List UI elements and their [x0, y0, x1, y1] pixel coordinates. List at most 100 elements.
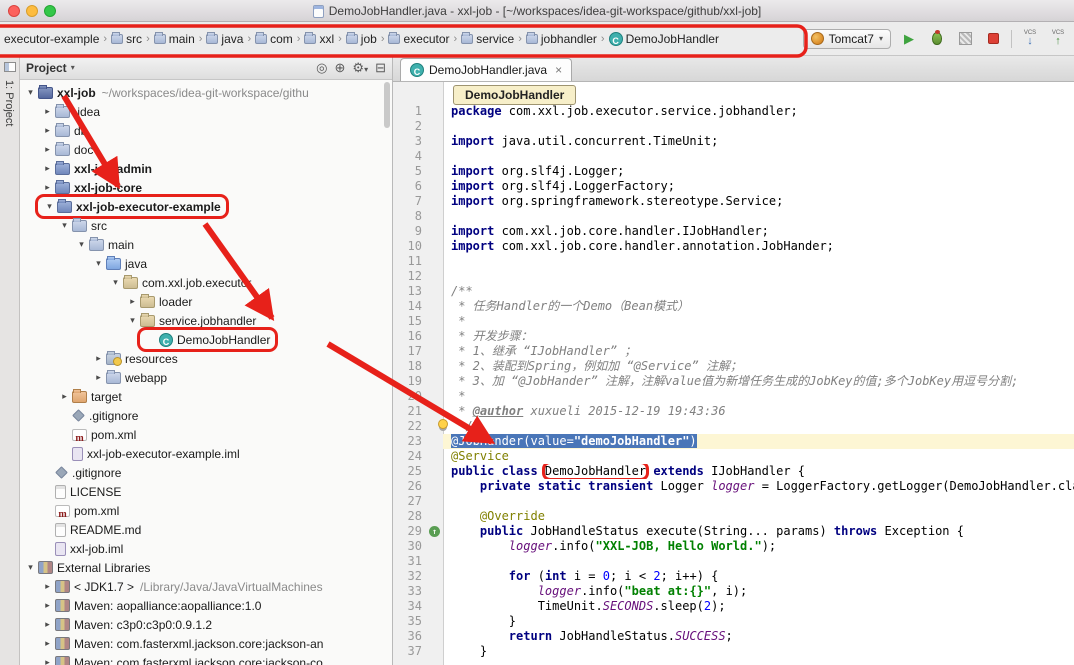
tree-item[interactable]: ▸xxl-job-admin — [20, 159, 392, 178]
code-line[interactable]: 14 * 任务Handler的一个Demo（Bean模式） — [393, 299, 1074, 314]
expand-arrow-icon[interactable]: ▸ — [41, 163, 54, 174]
collapse-arrow-icon[interactable]: ▾ — [24, 87, 37, 98]
collapse-all-icon[interactable]: ⊕ — [335, 60, 346, 76]
tree-item[interactable]: LICENSE — [20, 482, 392, 501]
code-line[interactable]: 1package com.xxl.job.executor.service.jo… — [393, 104, 1074, 119]
intention-bulb-icon[interactable] — [438, 419, 448, 429]
collapse-arrow-icon[interactable]: ▾ — [24, 562, 37, 573]
expand-arrow-icon[interactable]: ▸ — [126, 296, 139, 307]
breadcrumb-item[interactable]: job — [344, 31, 379, 47]
tree-item[interactable]: ▸xxl-job-core — [20, 178, 392, 197]
code-line[interactable]: 16 * 开发步骤： — [393, 329, 1074, 344]
run-button[interactable]: ▶ — [899, 29, 919, 49]
code-line[interactable]: 22 */ — [393, 419, 1074, 434]
tree-item[interactable]: ▾src — [20, 216, 392, 235]
code-line[interactable]: 24@Service — [393, 449, 1074, 464]
code-line[interactable]: 9import com.xxl.job.core.handler.IJobHan… — [393, 224, 1074, 239]
tree-item[interactable]: ▸loader — [20, 292, 392, 311]
expand-arrow-icon[interactable]: ▸ — [41, 125, 54, 136]
expand-arrow-icon[interactable]: ▸ — [41, 106, 54, 117]
code-line[interactable]: 2 — [393, 119, 1074, 134]
code-line[interactable]: 32 for (int i = 0; i < 2; i++) { — [393, 569, 1074, 584]
vcs-commit-button[interactable]: VCS ↑ — [1048, 29, 1068, 49]
code-line[interactable]: 25public class DemoJobHandler extends IJ… — [393, 464, 1074, 479]
tree-item[interactable]: ▾main — [20, 235, 392, 254]
code-line[interactable]: 20 * — [393, 389, 1074, 404]
tree-item[interactable]: ▸Maven: com.fasterxml.jackson.core:jacks… — [20, 653, 392, 665]
tree-item[interactable]: ▸Maven: com.fasterxml.jackson.core:jacks… — [20, 634, 392, 653]
code-line[interactable]: 30 logger.info("XXL-JOB, Hello World."); — [393, 539, 1074, 554]
code-line[interactable]: 4 — [393, 149, 1074, 164]
breadcrumb-item[interactable]: service — [459, 31, 516, 47]
vcs-update-button[interactable]: VCS ↓ — [1020, 29, 1040, 49]
code-line[interactable]: 17 * 1、继承 “IJobHandler” ； — [393, 344, 1074, 359]
breadcrumb-item[interactable]: com — [253, 31, 295, 47]
code-line[interactable]: 11 — [393, 254, 1074, 269]
tree-item[interactable]: ▾xxl-job~/workspaces/idea-git-workspace/… — [20, 83, 392, 102]
scrollbar[interactable] — [384, 82, 390, 128]
scroll-from-source-icon[interactable]: ◎ — [316, 60, 327, 76]
tree-item[interactable]: DemoJobHandler — [20, 330, 392, 349]
collapse-arrow-icon[interactable]: ▾ — [58, 220, 71, 231]
code-line[interactable]: 12 — [393, 269, 1074, 284]
tree-item[interactable]: ▾External Libraries — [20, 558, 392, 577]
code-line[interactable]: 23@JobHander(value="demoJobHandler") — [393, 434, 1074, 449]
class-breadcrumb-chip[interactable]: DemoJobHandler — [453, 85, 576, 105]
tree-item[interactable]: xxl-job-executor-example.iml — [20, 444, 392, 463]
code-line[interactable]: 5import org.slf4j.Logger; — [393, 164, 1074, 179]
expand-arrow-icon[interactable]: ▸ — [92, 372, 105, 383]
expand-arrow-icon[interactable]: ▸ — [58, 391, 71, 402]
tree-item[interactable]: .gitignore — [20, 463, 392, 482]
breadcrumb-item[interactable]: executor-example — [2, 31, 101, 47]
tree-item[interactable]: ▸Maven: aopalliance:aopalliance:1.0 — [20, 596, 392, 615]
tree-item[interactable]: pom.xml — [20, 501, 392, 520]
tree-item[interactable]: ▸Maven: c3p0:c3p0:0.9.1.2 — [20, 615, 392, 634]
code-line[interactable]: 10import com.xxl.job.core.handler.annota… — [393, 239, 1074, 254]
hide-panel-icon[interactable]: ⊟ — [375, 60, 386, 76]
code-line[interactable]: 28 @Override — [393, 509, 1074, 524]
collapse-arrow-icon[interactable]: ▾ — [126, 315, 139, 326]
tree-item[interactable]: ▾java — [20, 254, 392, 273]
expand-arrow-icon[interactable]: ▸ — [41, 182, 54, 193]
collapse-arrow-icon[interactable]: ▾ — [109, 277, 122, 288]
tree-item[interactable]: README.md — [20, 520, 392, 539]
code-line[interactable]: 29↑ public JobHandleStatus execute(Strin… — [393, 524, 1074, 539]
tree-item[interactable]: ▸resources — [20, 349, 392, 368]
code-line[interactable]: 18 * 2、装配到Spring，例如加 “@Service” 注解； — [393, 359, 1074, 374]
expand-arrow-icon[interactable]: ▸ — [41, 600, 54, 611]
code-line[interactable]: 27 — [393, 494, 1074, 509]
code-line[interactable]: 37 } — [393, 644, 1074, 659]
editor-tab[interactable]: DemoJobHandler.java × — [400, 58, 572, 81]
code-line[interactable]: 3import java.util.concurrent.TimeUnit; — [393, 134, 1074, 149]
expand-arrow-icon[interactable]: ▸ — [41, 657, 54, 665]
breadcrumb-item[interactable]: java — [204, 31, 245, 47]
expand-arrow-icon[interactable]: ▸ — [41, 619, 54, 630]
debug-button[interactable] — [927, 29, 947, 49]
collapse-arrow-icon[interactable]: ▾ — [75, 239, 88, 250]
run-config-selector[interactable]: Tomcat7 ▾ — [803, 29, 891, 49]
tree-item[interactable]: ▾service.jobhandler — [20, 311, 392, 330]
tree-item[interactable]: ▸target — [20, 387, 392, 406]
code-line[interactable]: 34 TimeUnit.SECONDS.sleep(2); — [393, 599, 1074, 614]
collapse-arrow-icon[interactable]: ▾ — [92, 258, 105, 269]
expand-arrow-icon[interactable]: ▸ — [41, 638, 54, 649]
override-marker-icon[interactable]: ↑ — [429, 526, 440, 537]
project-panel-title[interactable]: Project — [26, 61, 67, 75]
code-line[interactable]: 6import org.slf4j.LoggerFactory; — [393, 179, 1074, 194]
tree-item[interactable]: ▸doc — [20, 140, 392, 159]
tree-item[interactable]: .gitignore — [20, 406, 392, 425]
collapse-arrow-icon[interactable]: ▾ — [43, 201, 56, 212]
expand-arrow-icon[interactable]: ▸ — [92, 353, 105, 364]
stop-button[interactable] — [983, 29, 1003, 49]
breadcrumb-item[interactable]: jobhandler — [524, 31, 599, 47]
tree-item[interactable]: ▾xxl-job-executor-example — [20, 197, 392, 216]
expand-arrow-icon[interactable]: ▸ — [41, 144, 54, 155]
code-editor[interactable]: DemoJobHandler 1package com.xxl.job.exec… — [393, 82, 1074, 665]
expand-arrow-icon[interactable]: ▸ — [41, 581, 54, 592]
breadcrumb-item[interactable]: DemoJobHandler — [607, 31, 721, 47]
breadcrumb-item[interactable]: src — [109, 31, 144, 47]
code-line[interactable]: 21 * @author xuxueli 2015-12-19 19:43:36 — [393, 404, 1074, 419]
code-line[interactable]: 35 } — [393, 614, 1074, 629]
tree-item[interactable]: pom.xml — [20, 425, 392, 444]
project-tool-button[interactable]: 1: Project — [3, 80, 15, 126]
